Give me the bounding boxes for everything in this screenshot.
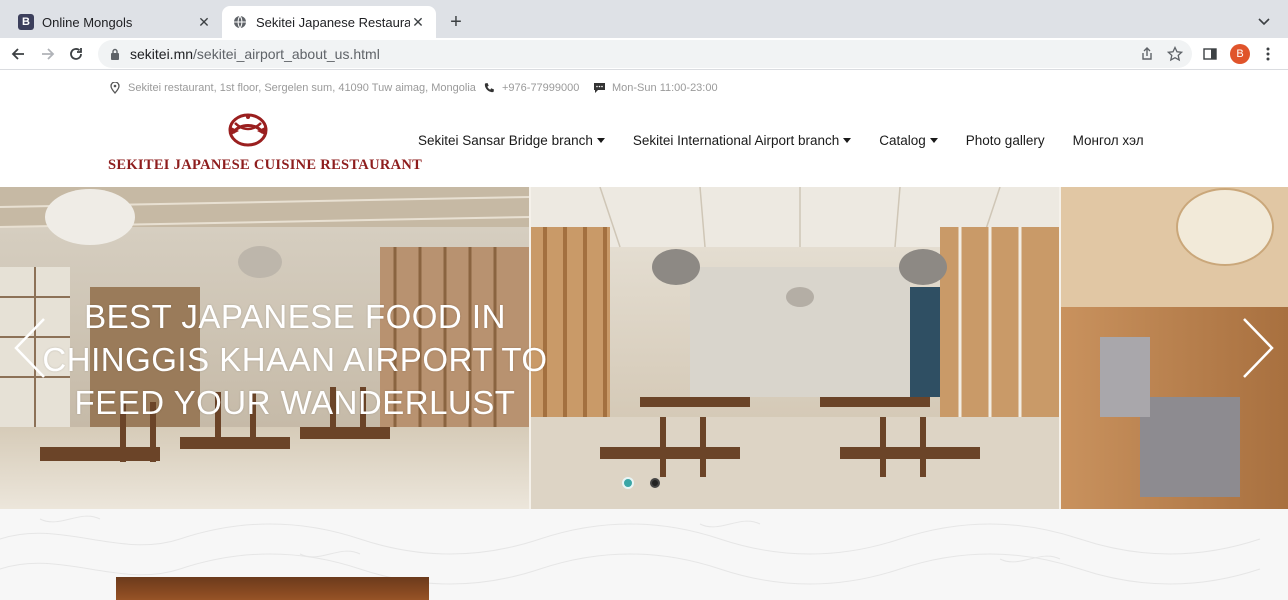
back-arrow-icon[interactable] xyxy=(6,42,30,66)
browser-tab-strip: B Online Mongols ✕ Sekitei Japanese Rest… xyxy=(0,0,1288,38)
phone-info: +976-77999000 xyxy=(482,81,579,95)
hours-info: Mon-Sun 11:00-23:00 xyxy=(592,81,718,95)
contact-info-bar: Sekitei restaurant, 1st floor, Sergelen … xyxy=(0,71,1288,105)
browser-toolbar: sekitei.mn/sekitei_airport_about_us.html… xyxy=(0,38,1288,70)
nav-item-airport-branch[interactable]: Sekitei International Airport branch xyxy=(632,133,852,148)
nav-item-language[interactable]: Монгол хэл xyxy=(1073,133,1144,148)
restaurant-photo-thumbnail xyxy=(116,577,429,600)
chat-bubble-icon xyxy=(592,81,606,95)
address-text: Sekitei restaurant, 1st floor, Sergelen … xyxy=(128,82,476,94)
slider-prev-chevron-icon[interactable] xyxy=(10,315,50,381)
close-icon[interactable]: ✕ xyxy=(410,14,426,30)
map-pin-icon xyxy=(108,81,122,95)
nav-item-sansar-bridge[interactable]: Sekitei Sansar Bridge branch xyxy=(418,133,605,148)
url-host: sekitei.mn xyxy=(130,46,194,62)
hero-caption-line: BEST JAPANESE FOOD IN xyxy=(84,298,506,335)
hero-caption-line: CHINGGIS KHAAN AIRPORT TO xyxy=(42,341,548,378)
bookmark-star-icon[interactable] xyxy=(1163,42,1187,66)
nav-item-label: Catalog xyxy=(879,133,926,148)
nav-item-photo-gallery[interactable]: Photo gallery xyxy=(966,133,1045,148)
nav-item-label: Sekitei International Airport branch xyxy=(632,133,840,148)
phone-text: +976-77999000 xyxy=(502,82,580,94)
browser-tab-sekitei[interactable]: Sekitei Japanese Restaurant ✕ xyxy=(222,6,436,38)
address-bar[interactable]: sekitei.mn/sekitei_airport_about_us.html xyxy=(98,40,1192,68)
tab-title: Online Mongols xyxy=(42,14,133,30)
nav-item-label: Photo gallery xyxy=(965,133,1045,148)
url-path: /sekitei_airport_about_us.html xyxy=(193,46,380,62)
address-info: Sekitei restaurant, 1st floor, Sergelen … xyxy=(108,81,476,95)
b-letter-icon: B xyxy=(18,14,34,30)
hours-text: Mon-Sun 11:00-23:00 xyxy=(612,82,718,94)
site-logo[interactable]: SEKITEI JAPANESE CUISINE RESTAURANT xyxy=(108,111,423,177)
logo-fish-emblem-icon xyxy=(228,113,268,147)
more-menu-icon[interactable] xyxy=(1256,42,1280,66)
forward-arrow-icon[interactable] xyxy=(36,42,60,66)
globe-icon xyxy=(232,14,248,30)
site-header: SEKITEI JAPANESE CUISINE RESTAURANT Seki… xyxy=(0,105,1288,187)
phone-icon xyxy=(482,81,496,95)
main-nav: Sekitei Sansar Bridge branch Sekitei Int… xyxy=(418,133,1172,148)
url-text: sekitei.mn/sekitei_airport_about_us.html xyxy=(130,46,380,62)
share-icon[interactable] xyxy=(1135,42,1159,66)
hero-caption: BEST JAPANESE FOOD IN CHINGGIS KHAAN AIR… xyxy=(30,295,560,424)
caret-down-icon xyxy=(843,138,852,143)
slider-dot-2[interactable] xyxy=(650,478,660,488)
about-section xyxy=(0,509,1288,600)
logo-text: SEKITEI JAPANESE CUISINE RESTAURANT xyxy=(108,157,423,173)
hero-caption-line: FEED YOUR WANDERLUST xyxy=(74,384,516,421)
profile-avatar[interactable]: B xyxy=(1230,44,1250,64)
nav-item-catalog[interactable]: Catalog xyxy=(879,133,938,148)
browser-tab-online-mongols[interactable]: B Online Mongols ✕ xyxy=(8,6,222,38)
caret-down-icon xyxy=(596,138,605,143)
tab-title: Sekitei Japanese Restaurant xyxy=(256,14,410,30)
tab-search-chevron-icon[interactable] xyxy=(1254,12,1274,32)
nav-item-label: Sekitei Sansar Bridge branch xyxy=(418,133,593,148)
nav-item-label: Монгол хэл xyxy=(1072,133,1144,148)
slider-indicators xyxy=(622,477,676,489)
side-panel-icon[interactable] xyxy=(1198,42,1222,66)
slider-dot-1[interactable] xyxy=(622,477,634,489)
caret-down-icon xyxy=(929,138,938,143)
close-icon[interactable]: ✕ xyxy=(196,14,212,30)
lock-icon[interactable] xyxy=(108,47,122,61)
new-tab-button[interactable]: + xyxy=(444,10,468,34)
reload-icon[interactable] xyxy=(64,42,88,66)
slider-next-chevron-icon[interactable] xyxy=(1238,315,1278,381)
hero-slider: BEST JAPANESE FOOD IN CHINGGIS KHAAN AIR… xyxy=(0,187,1288,509)
